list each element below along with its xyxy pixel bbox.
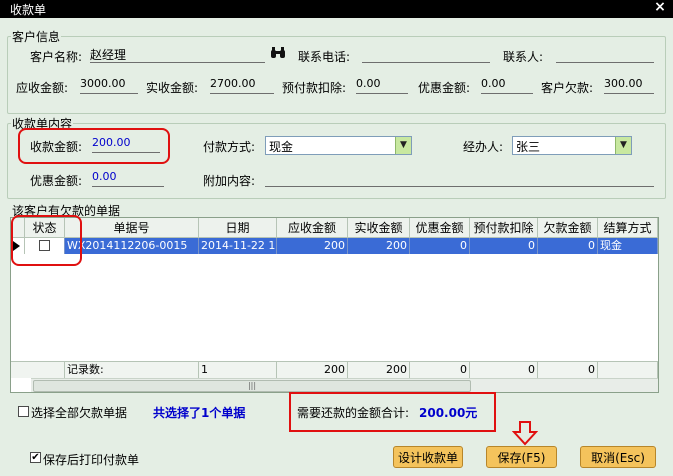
column-header[interactable]: 优惠金额 <box>410 218 470 238</box>
scrollbar-grip: ||| <box>247 381 257 390</box>
arrow-down-icon <box>511 420 539 446</box>
footer-received: 200 <box>348 362 410 378</box>
handler-label: 经办人: <box>463 140 504 154</box>
footer-discount: 0 <box>410 362 470 378</box>
extra-field[interactable] <box>265 170 654 187</box>
handler-select[interactable]: 张三 ▼ <box>512 136 632 155</box>
column-header[interactable]: 应收金额 <box>277 218 348 238</box>
doc-no-cell: WX2014112206-0015 <box>65 238 199 254</box>
settle-cell: 现金 <box>598 238 658 254</box>
pay-method-value: 现金 <box>269 140 294 154</box>
customer-discount-field: 0.00 <box>481 77 533 94</box>
customer-info-title: 客户信息 <box>11 28 62 45</box>
chevron-down-icon[interactable]: ▼ <box>615 137 631 154</box>
save-button[interactable]: 保存(F5) <box>486 446 557 468</box>
select-all-checkbox[interactable] <box>18 406 29 417</box>
customer-name-label: 客户名称: <box>30 50 83 64</box>
grid-footer-row: 记录数: 1 200 200 0 0 0 <box>11 361 658 378</box>
prepay-label: 预付款扣除: <box>282 81 347 95</box>
column-header[interactable]: 预付款扣除 <box>470 218 538 238</box>
annotation-box-status <box>11 215 82 266</box>
receipt-window: 收款单 × 客户信息 客户名称: 赵经理 联系电话: 联系人: 应收金额: 30… <box>0 0 673 476</box>
horizontal-scrollbar[interactable]: ||| <box>31 378 658 392</box>
print-after-save-checkbox[interactable]: ✔ <box>30 452 41 463</box>
receivable-cell: 200 <box>277 238 348 254</box>
debt-cell: 0 <box>538 238 598 254</box>
received-cell: 200 <box>348 238 410 254</box>
contact-field[interactable] <box>556 46 654 63</box>
prepay-field: 0.00 <box>356 77 408 94</box>
pay-method-label: 付款方式: <box>203 140 256 154</box>
debts-grid: 状态 单据号 日期 应收金额 实收金额 优惠金额 预付款扣除 欠款金额 结算方式… <box>10 217 659 393</box>
receipt-discount-field[interactable]: 0.00 <box>92 170 164 187</box>
pay-method-select[interactable]: 现金 ▼ <box>265 136 412 155</box>
debt-label: 客户欠款: <box>541 81 594 95</box>
footer-blank <box>11 362 65 378</box>
column-header[interactable]: 单据号 <box>65 218 199 238</box>
scrollbar-thumb[interactable]: ||| <box>33 380 471 392</box>
select-all-label[interactable]: 选择全部欠款单据 <box>31 404 127 421</box>
chevron-down-icon[interactable]: ▼ <box>395 137 411 154</box>
column-header[interactable]: 结算方式 <box>598 218 658 238</box>
customer-discount-label: 优惠金额: <box>418 81 471 95</box>
table-row[interactable]: ✔ WX2014112206-0015 2014-11-22 11 200 20… <box>11 238 658 254</box>
receipt-discount-label: 优惠金额: <box>30 174 83 188</box>
footer-debt: 0 <box>538 362 598 378</box>
receivable-label: 应收金额: <box>16 81 69 95</box>
selected-count-text: 共选择了1个单据 <box>153 406 246 420</box>
title-bar: 收款单 × <box>0 0 673 18</box>
design-receipt-button[interactable]: 设计收款单 <box>393 446 463 468</box>
footer-blank <box>598 362 658 378</box>
received-label: 实收金额: <box>146 81 199 95</box>
print-after-save-label[interactable]: 保存后打印付款单 <box>43 451 139 468</box>
amount-field[interactable]: 200.00 <box>92 136 160 153</box>
binoculars-icon[interactable] <box>271 47 285 59</box>
customer-name-field[interactable]: 赵经理 <box>90 46 265 63</box>
footer-count-label: 记录数: <box>65 362 199 378</box>
window-title: 收款单 <box>10 3 47 17</box>
handler-value: 张三 <box>516 140 541 154</box>
debt-field: 300.00 <box>604 77 654 94</box>
footer-prepay: 0 <box>470 362 538 378</box>
extra-label: 附加内容: <box>203 174 256 188</box>
amount-label: 收款金额: <box>30 140 83 154</box>
footer-receivable: 200 <box>277 362 348 378</box>
phone-field[interactable] <box>362 46 490 63</box>
column-header[interactable]: 实收金额 <box>348 218 410 238</box>
cancel-button[interactable]: 取消(Esc) <box>580 446 656 468</box>
received-field: 2700.00 <box>210 77 274 94</box>
column-header[interactable]: 欠款金额 <box>538 218 598 238</box>
receivable-field: 3000.00 <box>80 77 138 94</box>
contact-label: 联系人: <box>503 50 544 64</box>
close-icon[interactable]: × <box>653 0 667 15</box>
prepay-cell: 0 <box>470 238 538 254</box>
discount-cell: 0 <box>410 238 470 254</box>
date-cell: 2014-11-22 11 <box>199 238 277 254</box>
footer-count: 1 <box>199 362 277 378</box>
total-label: 需要还款的金额合计: <box>297 406 410 420</box>
column-header[interactable]: 日期 <box>199 218 277 238</box>
total-value: 200.00元 <box>419 406 478 420</box>
phone-label: 联系电话: <box>298 50 351 64</box>
